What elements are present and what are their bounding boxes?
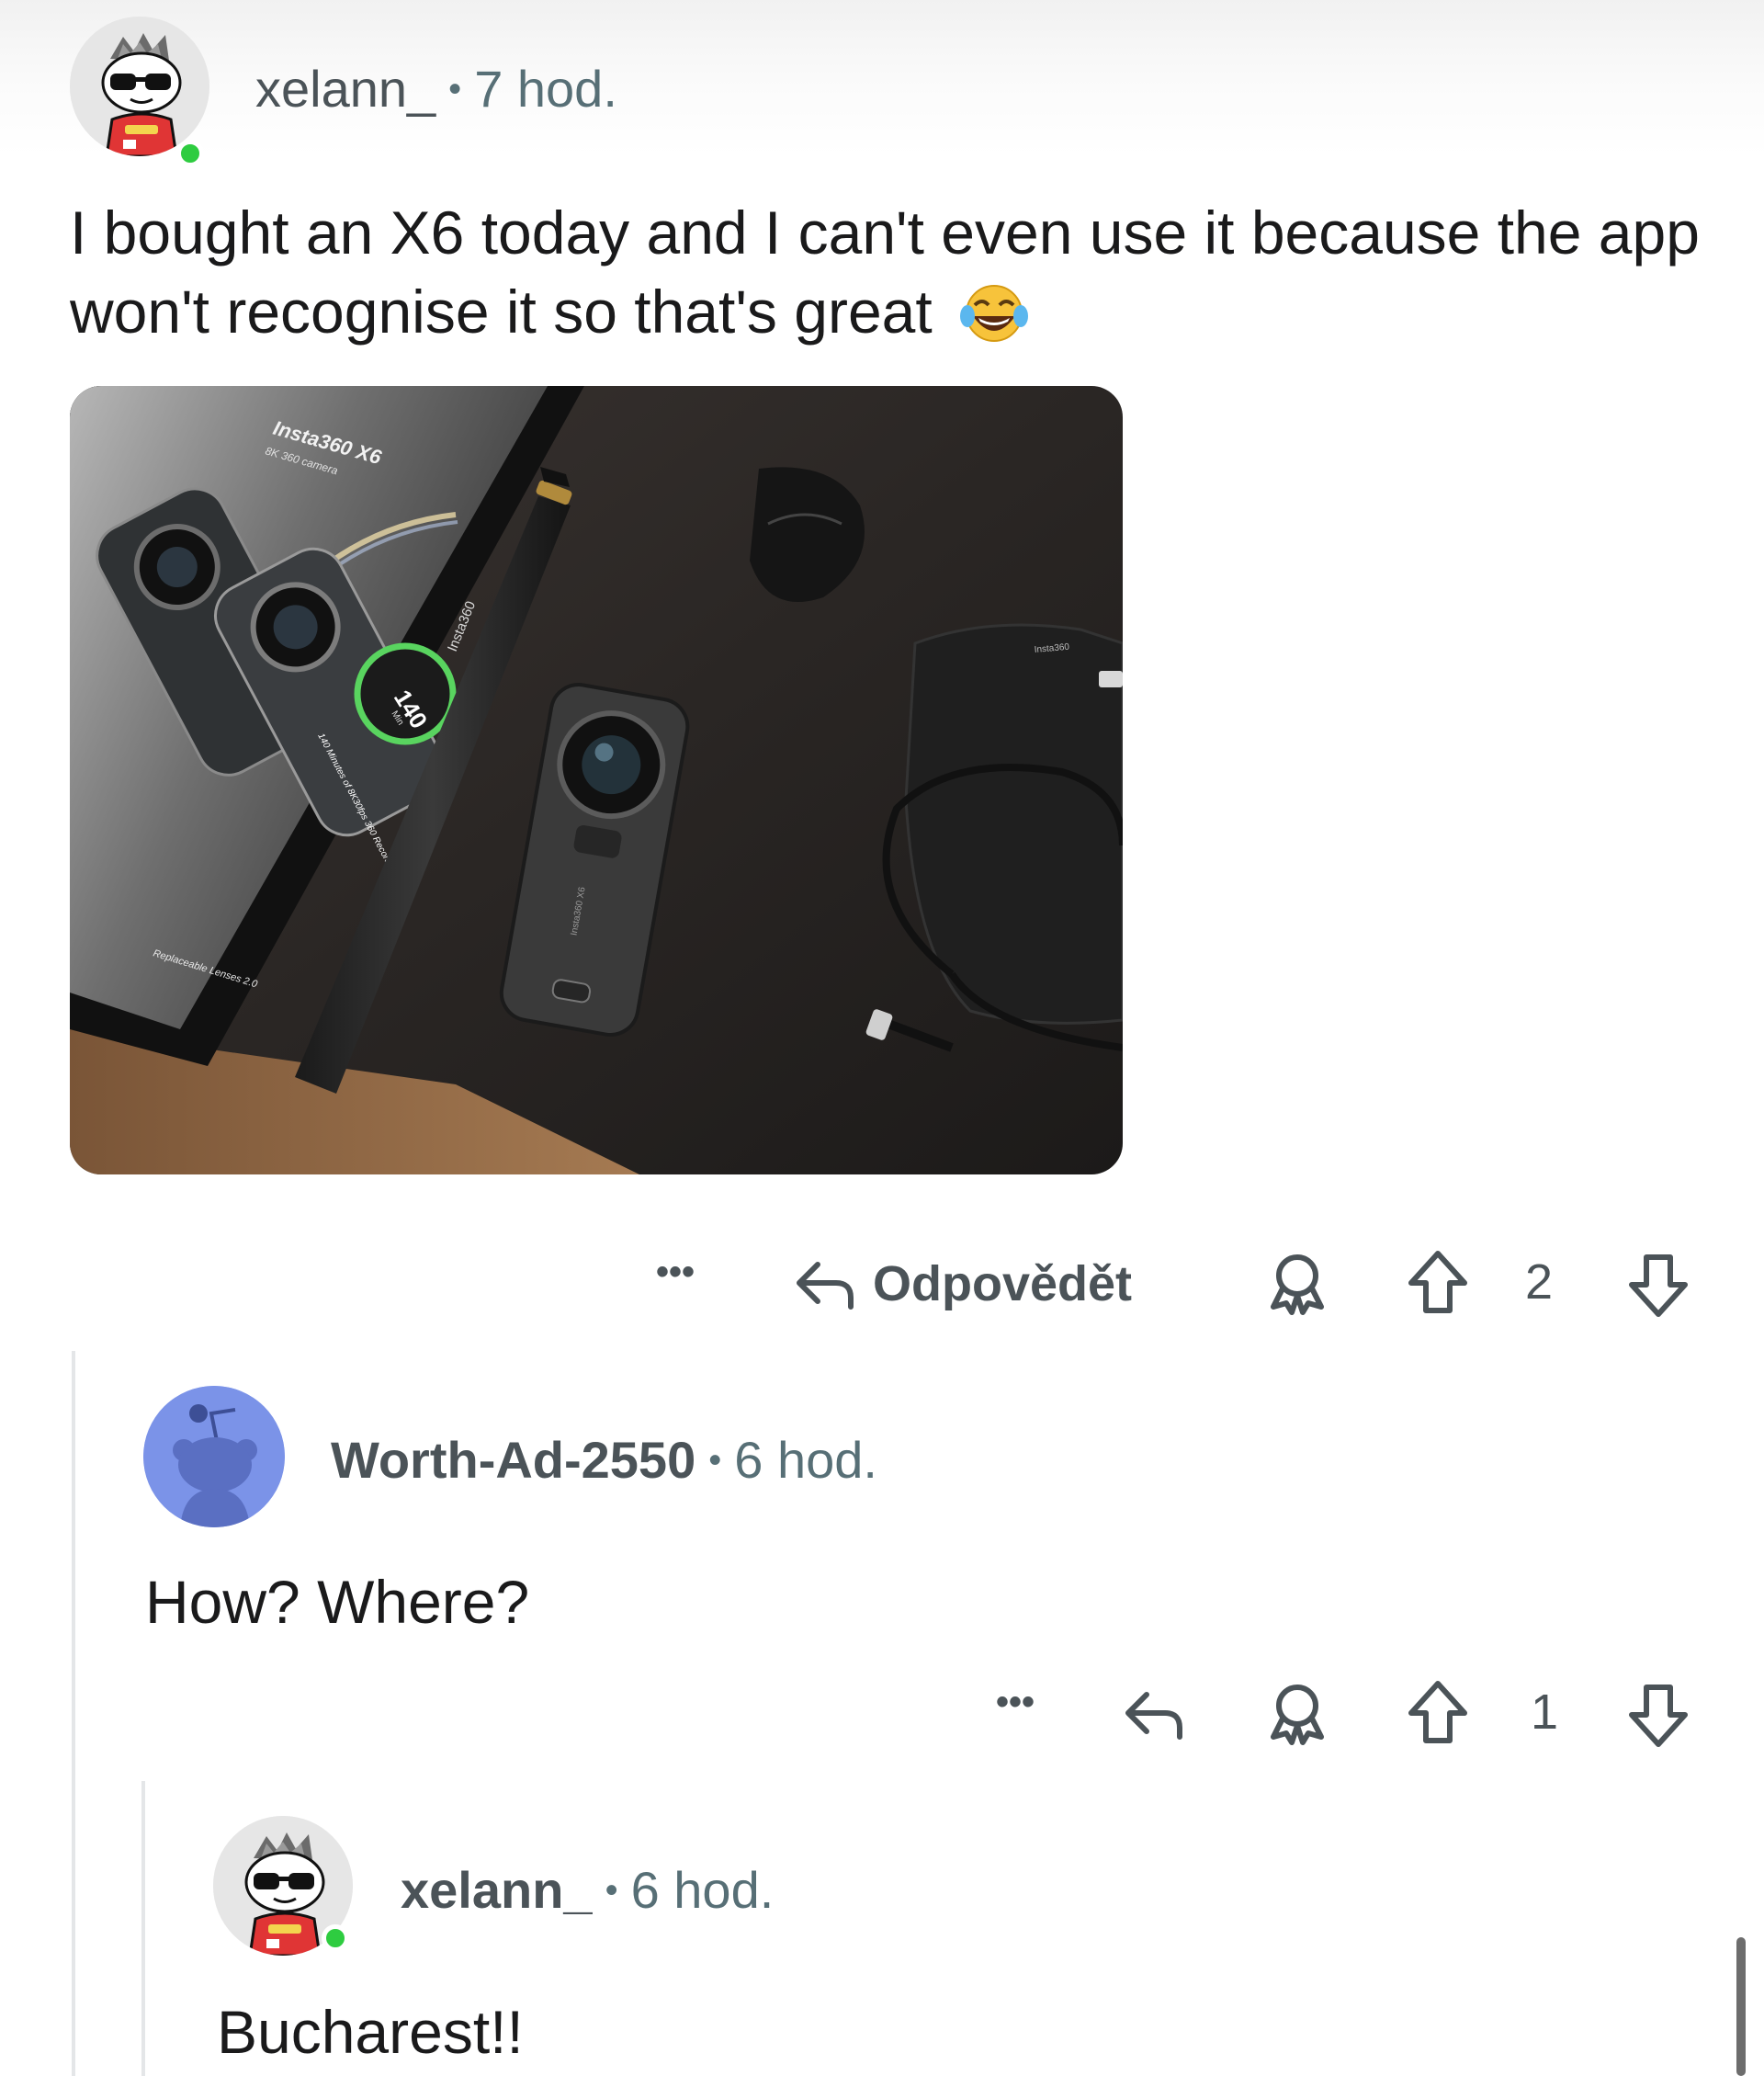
comment-actions: ••• Odpovědět 2 xyxy=(643,1241,1709,1323)
award-button[interactable] xyxy=(1264,1680,1330,1746)
comment-text: Bucharest!! xyxy=(217,1992,524,2071)
avatar-xelann[interactable] xyxy=(70,17,209,167)
laughing-emoji-icon xyxy=(958,279,1030,344)
snoo-sunglasses-icon xyxy=(70,17,209,156)
post-image[interactable]: Insta360 X6 8K 360 camera 140 Min 140 Mi… xyxy=(70,386,1123,1174)
comment-meta: xelann_ • 6 hod. xyxy=(401,1860,774,1920)
scrollbar[interactable] xyxy=(1736,1937,1746,2076)
upvote-button[interactable] xyxy=(1406,1248,1470,1318)
reply-icon xyxy=(1119,1682,1189,1746)
upvote-arrow-icon xyxy=(1406,1248,1470,1318)
reply-icon xyxy=(790,1252,860,1316)
avatar-xelann[interactable] xyxy=(213,1816,353,1956)
camera-unboxing-photo: Insta360 X6 8K 360 camera 140 Min 140 Mi… xyxy=(70,386,1123,1174)
award-icon xyxy=(1264,1250,1330,1316)
reply-button[interactable] xyxy=(1119,1682,1189,1746)
username[interactable]: Worth-Ad-2550 xyxy=(331,1431,695,1489)
comment-time: 7 hod. xyxy=(474,60,617,118)
comment-text: How? Where? xyxy=(145,1562,529,1641)
vote-score: 2 xyxy=(1525,1254,1554,1310)
meta-separator: • xyxy=(448,69,462,109)
thread-line-nested xyxy=(141,1781,145,2076)
downvote-arrow-icon xyxy=(1626,1250,1690,1320)
upvote-arrow-icon xyxy=(1406,1678,1470,1748)
more-options-button[interactable]: ••• xyxy=(643,1252,707,1293)
comment-body: How? Where? xyxy=(145,1568,530,1636)
vote-score: 1 xyxy=(1531,1685,1559,1740)
comment-time: 6 hod. xyxy=(734,1431,877,1489)
comment-time: 6 hod. xyxy=(630,1861,775,1919)
username[interactable]: xelann_ xyxy=(255,60,435,118)
more-options-button[interactable]: ••• xyxy=(974,1682,1057,1723)
avatar-worth-ad-2550[interactable] xyxy=(143,1386,285,1527)
comment-text: I bought an X6 today and I can't even us… xyxy=(70,193,1724,351)
reply-button[interactable]: Odpovědět xyxy=(790,1252,1132,1316)
comment-meta: xelann_ • 7 hod. xyxy=(255,59,617,119)
downvote-button[interactable] xyxy=(1626,1250,1690,1320)
thread-line xyxy=(72,1351,75,2076)
comment-actions: ••• 1 xyxy=(974,1671,1709,1753)
meta-separator: • xyxy=(708,1440,722,1480)
snoo-default-icon xyxy=(143,1386,285,1527)
reply-label: Odpovědět xyxy=(873,1256,1133,1311)
award-icon xyxy=(1264,1680,1330,1746)
online-indicator xyxy=(176,140,204,167)
comment-body: I bought an X6 today and I can't even us… xyxy=(70,199,1700,346)
award-button[interactable] xyxy=(1264,1250,1330,1316)
comment-meta: Worth-Ad-2550 • 6 hod. xyxy=(331,1430,877,1490)
meta-separator: • xyxy=(605,1870,618,1911)
comment-body: Bucharest!! xyxy=(217,1998,524,2066)
online-indicator xyxy=(322,1924,349,1952)
downvote-arrow-icon xyxy=(1626,1680,1690,1750)
upvote-button[interactable] xyxy=(1406,1678,1470,1748)
username[interactable]: xelann_ xyxy=(401,1861,593,1919)
downvote-button[interactable] xyxy=(1626,1680,1690,1750)
